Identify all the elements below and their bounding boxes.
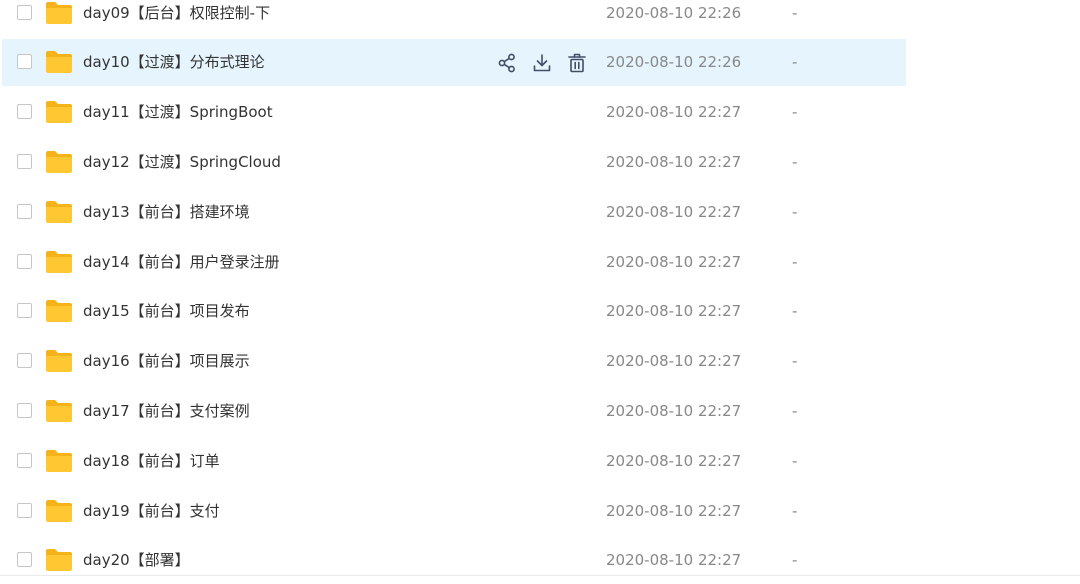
file-row[interactable]: day16【前台】项目展示 2020-08-10 22:27 - [2, 338, 906, 385]
modified-time: 2020-08-10 22:27 [606, 402, 742, 420]
modified-time: 2020-08-10 22:27 [606, 352, 742, 370]
row-checkbox[interactable] [17, 204, 32, 219]
modified-time: 2020-08-10 22:27 [606, 153, 742, 171]
file-name[interactable]: day13【前台】搭建环境 [83, 189, 250, 236]
file-name[interactable]: day20【部署】 [83, 537, 190, 584]
file-row[interactable]: day20【部署】 2020-08-10 22:27 - [2, 537, 906, 584]
file-row[interactable]: day14【前台】用户登录注册 2020-08-10 22:27 - [2, 239, 906, 286]
file-list: day09【后台】权限控制-下 2020-08-10 22:26 - day10… [0, 0, 1080, 578]
row-checkbox[interactable] [17, 353, 32, 368]
folder-icon [46, 51, 72, 73]
file-row[interactable]: day11【过渡】SpringBoot 2020-08-10 22:27 - [2, 89, 906, 136]
folder-icon [46, 201, 72, 223]
file-size: - [792, 53, 798, 71]
file-row[interactable]: day17【前台】支付案例 2020-08-10 22:27 - [2, 388, 906, 435]
folder-icon [46, 350, 72, 372]
folder-icon [46, 549, 72, 571]
file-size: - [792, 302, 798, 320]
file-row[interactable]: day18【前台】订单 2020-08-10 22:27 - [2, 438, 906, 485]
file-size: - [792, 253, 798, 271]
file-size: - [792, 551, 798, 569]
row-checkbox[interactable] [17, 303, 32, 318]
download-icon[interactable] [531, 52, 553, 74]
file-size: - [792, 103, 798, 121]
file-size: - [792, 153, 798, 171]
file-size: - [792, 402, 798, 420]
file-row[interactable]: day19【前台】支付 2020-08-10 22:27 - [2, 488, 906, 535]
folder-icon [46, 251, 72, 273]
modified-time: 2020-08-10 22:27 [606, 502, 742, 520]
file-name[interactable]: day12【过渡】SpringCloud [83, 139, 281, 186]
file-name[interactable]: day10【过渡】分布式理论 [83, 39, 265, 86]
file-row[interactable]: day12【过渡】SpringCloud 2020-08-10 22:27 - [2, 139, 906, 186]
file-name[interactable]: day19【前台】支付 [83, 488, 220, 535]
file-size: - [792, 502, 798, 520]
modified-time: 2020-08-10 22:27 [606, 302, 742, 320]
folder-icon [46, 450, 72, 472]
file-size: - [792, 352, 798, 370]
modified-time: 2020-08-10 22:27 [606, 103, 742, 121]
file-name[interactable]: day16【前台】项目展示 [83, 338, 250, 385]
share-icon[interactable] [496, 52, 518, 74]
file-name[interactable]: day09【后台】权限控制-下 [83, 0, 270, 37]
modified-time: 2020-08-10 22:27 [606, 253, 742, 271]
row-actions [496, 52, 592, 74]
modified-time: 2020-08-10 22:27 [606, 551, 742, 569]
file-row[interactable]: day10【过渡】分布式理论 2020-08-10 22:26 - [2, 39, 906, 86]
row-checkbox[interactable] [17, 453, 32, 468]
modified-time: 2020-08-10 22:26 [606, 4, 742, 22]
row-checkbox[interactable] [17, 403, 32, 418]
file-size: - [792, 452, 798, 470]
file-name[interactable]: day15【前台】项目发布 [83, 288, 250, 335]
row-checkbox[interactable] [17, 104, 32, 119]
modified-time: 2020-08-10 22:27 [606, 203, 742, 221]
file-name[interactable]: day18【前台】订单 [83, 438, 220, 485]
folder-icon [46, 2, 72, 24]
folder-icon [46, 101, 72, 123]
row-checkbox[interactable] [17, 5, 32, 20]
file-name[interactable]: day17【前台】支付案例 [83, 388, 250, 435]
row-checkbox[interactable] [17, 552, 32, 567]
row-checkbox[interactable] [17, 254, 32, 269]
file-row[interactable]: day15【前台】项目发布 2020-08-10 22:27 - [2, 288, 906, 335]
file-name[interactable]: day11【过渡】SpringBoot [83, 89, 273, 136]
folder-icon [46, 151, 72, 173]
file-row[interactable]: day09【后台】权限控制-下 2020-08-10 22:26 - [2, 0, 906, 37]
modified-time: 2020-08-10 22:26 [606, 53, 742, 71]
list-bottom-border [0, 575, 1080, 576]
row-checkbox[interactable] [17, 154, 32, 169]
folder-icon [46, 500, 72, 522]
trash-icon[interactable] [566, 52, 588, 74]
row-checkbox[interactable] [17, 54, 32, 69]
folder-icon [46, 300, 72, 322]
file-size: - [792, 4, 798, 22]
row-checkbox[interactable] [17, 503, 32, 518]
file-row[interactable]: day13【前台】搭建环境 2020-08-10 22:27 - [2, 189, 906, 236]
folder-icon [46, 400, 72, 422]
modified-time: 2020-08-10 22:27 [606, 452, 742, 470]
file-name[interactable]: day14【前台】用户登录注册 [83, 239, 280, 286]
file-size: - [792, 203, 798, 221]
